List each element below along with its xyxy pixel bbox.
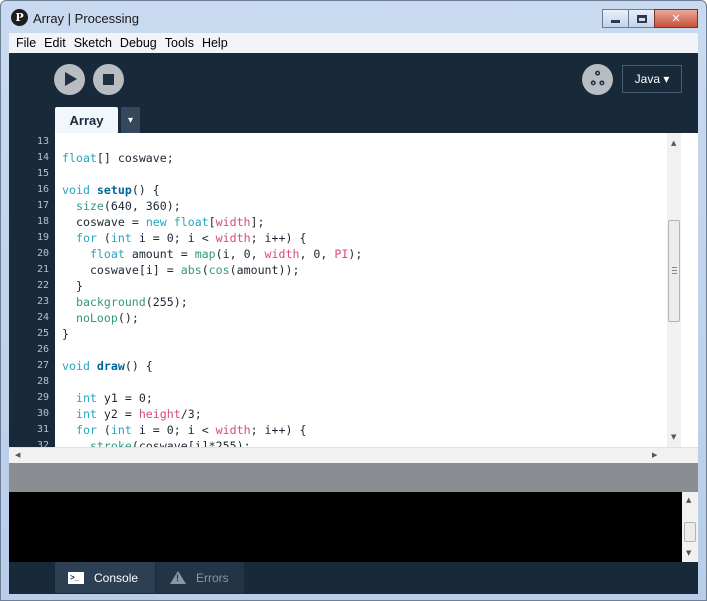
sketch-tab-bar: Array ▾	[9, 105, 698, 133]
stop-icon	[103, 74, 114, 85]
line-number: 23	[36, 296, 49, 307]
line-number: 22	[36, 280, 49, 291]
grip-icon	[672, 267, 677, 274]
processing-app-icon: P	[11, 9, 28, 26]
debugger-button[interactable]: ஃ	[582, 64, 613, 95]
line-number: 32	[36, 440, 49, 447]
line-number: 28	[36, 376, 49, 387]
code-line[interactable]: }	[62, 279, 83, 293]
code-line[interactable]: }	[62, 327, 69, 341]
line-number: 21	[36, 264, 49, 275]
footer-tab-bar: >_ Console Errors	[9, 562, 698, 594]
code-line[interactable]: float amount = map(i, 0, width, 0, PI);	[62, 247, 362, 261]
line-number: 25	[36, 328, 49, 339]
code-line[interactable]: void setup() {	[62, 183, 160, 197]
code-line[interactable]: for (int i = 0; i < width; i++) {	[62, 423, 306, 437]
line-number: 19	[36, 232, 49, 243]
scroll-down-icon[interactable]: ▼	[686, 549, 691, 557]
editor-vertical-scrollbar[interactable]: ▲ ▼	[667, 133, 681, 447]
minimize-icon	[611, 20, 620, 23]
code-line[interactable]: coswave = new float[width];	[62, 215, 265, 229]
line-number: 17	[36, 200, 49, 211]
line-number: 18	[36, 216, 49, 227]
chevron-down-icon: ▾	[127, 114, 134, 126]
close-icon: ✕	[671, 12, 681, 25]
warning-icon	[170, 571, 186, 584]
editor-scroll-thumb[interactable]	[668, 220, 680, 322]
menu-file[interactable]: File	[12, 34, 40, 52]
code-line[interactable]: background(255);	[62, 295, 188, 309]
line-number: 29	[36, 392, 49, 403]
code-line[interactable]: coswave[i] = abs(cos(amount));	[62, 263, 300, 277]
run-button[interactable]	[54, 64, 85, 95]
code-text-area[interactable]: float[] coswave; void setup() { size(640,…	[55, 133, 667, 447]
scroll-left-icon[interactable]: ◀	[15, 451, 20, 459]
line-number: 13	[36, 136, 49, 147]
code-line[interactable]: size(640, 360);	[62, 199, 181, 213]
scroll-up-icon[interactable]: ▲	[686, 496, 691, 504]
scroll-up-icon[interactable]: ▲	[671, 139, 676, 147]
processing-window: P Array | Processing ✕ File Edit Sketch …	[0, 0, 707, 601]
line-number-gutter: 13 14 15 16 17 18 19 20 21 22 23 24 25 26 27 28 29 30 31 32	[9, 133, 55, 447]
code-line[interactable]: int y2 = height/3;	[62, 407, 202, 421]
mode-selector[interactable]: Java ▾	[622, 65, 682, 93]
scroll-down-icon[interactable]: ▼	[671, 433, 676, 441]
line-number: 14	[36, 152, 49, 163]
close-button[interactable]: ✕	[654, 9, 698, 28]
toolbar: ஃ Java ▾	[9, 53, 698, 105]
menu-debug[interactable]: Debug	[116, 34, 161, 52]
window-title: Array | Processing	[33, 11, 139, 26]
maximize-button[interactable]	[628, 9, 655, 28]
line-number: 26	[36, 344, 49, 355]
editor-horizontal-scrollbar[interactable]: ◀ ▶	[9, 447, 698, 463]
line-number: 27	[36, 360, 49, 371]
tab-array[interactable]: Array	[55, 107, 118, 133]
console-tab-label: Console	[94, 570, 139, 585]
editor-status-divider[interactable]	[9, 463, 698, 492]
title-bar[interactable]: P Array | Processing ✕	[1, 1, 706, 33]
minimize-button[interactable]	[602, 9, 629, 28]
stop-button[interactable]	[93, 64, 124, 95]
menu-edit[interactable]: Edit	[40, 34, 70, 52]
code-line[interactable]: void draw() {	[62, 359, 153, 373]
line-number: 20	[36, 248, 49, 259]
tab-menu-button[interactable]: ▾	[121, 107, 140, 133]
code-line[interactable]: int y1 = 0;	[62, 391, 153, 405]
terminal-icon: >_	[68, 571, 84, 584]
line-number: 16	[36, 184, 49, 195]
line-number: 30	[36, 408, 49, 419]
code-line[interactable]: float[] coswave;	[62, 151, 174, 165]
console-scrollbar[interactable]: ▲ ▼	[682, 492, 698, 562]
console-scroll-thumb[interactable]	[684, 522, 696, 542]
errors-tab-label: Errors	[196, 570, 229, 585]
scroll-right-icon[interactable]: ▶	[652, 451, 657, 459]
code-editor[interactable]: 13 14 15 16 17 18 19 20 21 22 23 24 25 26 27 28 29 30 31 32…	[9, 133, 698, 447]
console-output[interactable]	[9, 492, 682, 562]
code-line[interactable]: noLoop();	[62, 311, 139, 325]
maximize-icon	[636, 14, 647, 23]
line-number: 24	[36, 312, 49, 323]
menu-tools[interactable]: Tools	[161, 34, 198, 52]
code-line[interactable]: stroke(coswave[i]*255);	[62, 439, 251, 447]
tab-console[interactable]: >_ Console	[55, 562, 155, 593]
window-controls: ✕	[602, 9, 698, 28]
menu-bar: File Edit Sketch Debug Tools Help	[9, 33, 698, 53]
debug-icon: ஃ	[590, 69, 605, 90]
play-icon	[65, 72, 77, 86]
tab-errors[interactable]: Errors	[156, 562, 244, 593]
menu-sketch[interactable]: Sketch	[70, 34, 116, 52]
code-line[interactable]: for (int i = 0; i < width; i++) {	[62, 231, 306, 245]
line-number: 31	[36, 424, 49, 435]
menu-help[interactable]: Help	[198, 34, 232, 52]
line-number: 15	[36, 168, 49, 179]
